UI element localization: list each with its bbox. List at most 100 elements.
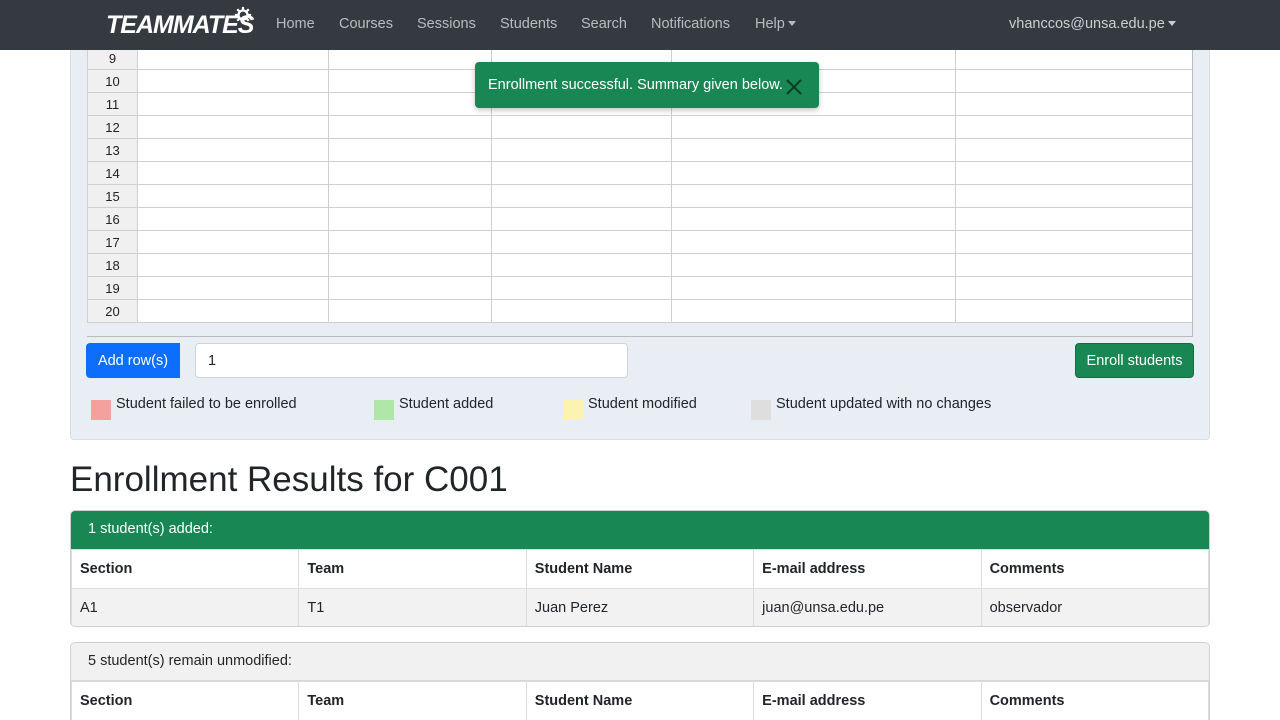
spreadsheet-cell[interactable] [955,115,1192,139]
spreadsheet-cell[interactable] [491,138,672,162]
spreadsheet-cell[interactable] [955,276,1192,300]
spreadsheet-cell[interactable] [491,230,672,254]
spreadsheet-cell[interactable] [328,115,492,139]
add-rows-button[interactable]: Add row(s) [86,343,180,378]
spreadsheet-cell[interactable] [491,207,672,231]
column-header-email: E-mail address [753,681,982,720]
spreadsheet-cell[interactable] [955,184,1192,208]
results-title: Enrollment Results for C001 [70,460,508,499]
spreadsheet-cell[interactable] [491,115,672,139]
nav-search[interactable]: Search [581,16,627,32]
spreadsheet-row[interactable]: 15 [87,184,1192,208]
cell-section: A1 [71,588,300,626]
nav-help-label: Help [755,16,785,32]
table-header-row: Section Team Student Name E-mail address… [71,549,1209,589]
spreadsheet-cell[interactable] [671,276,956,300]
top-navbar: TEAMMATES Home Courses Sessions Students… [0,0,1280,50]
spreadsheet-row[interactable]: 19 [87,276,1192,300]
enroll-students-button[interactable]: Enroll students [1075,343,1194,378]
nav-notifications[interactable]: Notifications [651,16,730,32]
cell-team: T1 [298,588,527,626]
spreadsheet-cell[interactable] [955,207,1192,231]
spreadsheet-cell[interactable] [137,230,329,254]
spreadsheet-cell[interactable] [955,69,1192,93]
row-number: 10 [87,69,138,93]
row-number: 14 [87,161,138,185]
students-unmodified-header: 5 student(s) remain unmodified: [71,643,1209,681]
column-header-comments: Comments [980,681,1209,720]
spreadsheet-cell[interactable] [328,299,492,323]
spreadsheet-cell[interactable] [491,299,672,323]
success-toast: Enrollment successful. Summary given bel… [475,62,819,108]
spreadsheet-row[interactable]: 16 [87,207,1192,231]
spreadsheet-cell[interactable] [671,161,956,185]
spreadsheet-cell[interactable] [137,276,329,300]
spreadsheet-cell[interactable] [671,230,956,254]
nav-sessions[interactable]: Sessions [417,16,476,32]
spreadsheet-cell[interactable] [671,115,956,139]
spreadsheet-cell[interactable] [137,115,329,139]
spreadsheet-cell[interactable] [671,299,956,323]
spreadsheet-cell[interactable] [328,184,492,208]
spreadsheet-cell[interactable] [137,207,329,231]
spreadsheet-cell[interactable] [491,184,672,208]
spreadsheet-cell[interactable] [137,69,329,93]
students-added-table: Section Team Student Name E-mail address… [71,549,1209,626]
spreadsheet-cell[interactable] [671,253,956,277]
nav-courses[interactable]: Courses [339,16,393,32]
spreadsheet-cell[interactable] [491,276,672,300]
spreadsheet-row[interactable]: 12 [87,115,1192,139]
spreadsheet-cell[interactable] [328,138,492,162]
spreadsheet-cell[interactable] [671,184,956,208]
column-header-section: Section [71,681,300,720]
spreadsheet-cell[interactable] [328,161,492,185]
brand-text: TEAMMATES [106,10,254,39]
toast-message: Enrollment successful. Summary given bel… [488,77,783,93]
spreadsheet-row[interactable]: 20 [87,299,1192,323]
spreadsheet-row[interactable]: 17 [87,230,1192,254]
spreadsheet-cell[interactable] [491,161,672,185]
spreadsheet-cell[interactable] [328,92,492,116]
spreadsheet-cell[interactable] [328,69,492,93]
spreadsheet-row[interactable]: 18 [87,253,1192,277]
spreadsheet-cell[interactable] [137,161,329,185]
spreadsheet-row[interactable]: 14 [87,161,1192,185]
legend-failed-swatch [91,400,111,420]
user-menu-dropdown[interactable]: vhanccos@unsa.edu.pe [1009,16,1176,32]
spreadsheet-cell[interactable] [955,253,1192,277]
spreadsheet-cell[interactable] [137,299,329,323]
spreadsheet-cell[interactable] [955,299,1192,323]
nav-home[interactable]: Home [276,16,315,32]
nav-help-dropdown[interactable]: Help [755,16,796,32]
legend-modified-swatch [563,400,583,420]
column-header-team: Team [298,549,527,589]
spreadsheet-cell[interactable] [955,138,1192,162]
close-icon[interactable] [785,78,803,96]
spreadsheet-cell[interactable] [328,207,492,231]
spreadsheet-cell[interactable] [671,207,956,231]
students-unmodified-card: 5 student(s) remain unmodified: Section … [70,642,1210,720]
cell-student-name: Juan Perez [525,588,755,626]
spreadsheet-cell[interactable] [491,253,672,277]
legend-added-swatch [374,400,394,420]
spreadsheet-cell[interactable] [671,138,956,162]
spreadsheet-cell[interactable] [328,253,492,277]
spreadsheet-cell[interactable] [137,138,329,162]
spreadsheet-cell[interactable] [955,161,1192,185]
spreadsheet-cell[interactable] [137,92,329,116]
spreadsheet-cell[interactable] [955,230,1192,254]
spreadsheet-cell[interactable] [328,276,492,300]
legend-modified-label: Student modified [588,396,697,412]
spreadsheet-cell[interactable] [328,230,492,254]
add-rows-count-input[interactable] [195,343,628,378]
students-added-header: 1 student(s) added: [71,511,1209,549]
nav-students[interactable]: Students [500,16,557,32]
legend-unchanged-label: Student updated with no changes [776,396,992,412]
legend-failed: Student failed to be enrolled [91,396,297,420]
spreadsheet-cell[interactable] [137,253,329,277]
spreadsheet-cell[interactable] [955,92,1192,116]
chevron-down-icon [1167,21,1176,26]
spreadsheet-cell[interactable] [137,184,329,208]
spreadsheet-row[interactable]: 13 [87,138,1192,162]
teammates-logo[interactable]: TEAMMATES [106,6,254,41]
